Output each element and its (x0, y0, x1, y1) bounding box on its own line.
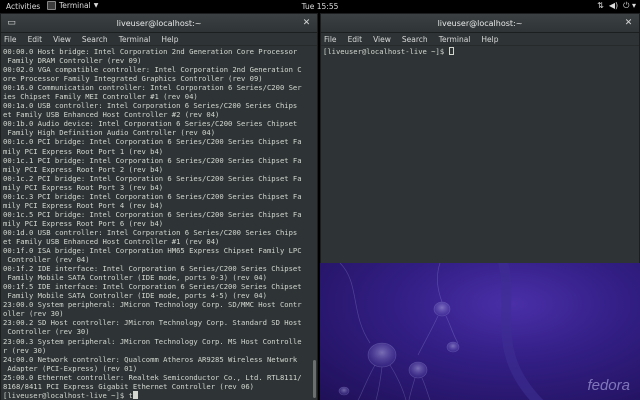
terminal-line: 00:1a.0 USB controller: Intel Corporatio… (3, 101, 298, 111)
menu-help[interactable]: Help (161, 35, 178, 44)
terminal-line: 00:02.0 VGA compatible controller: Intel… (3, 65, 302, 75)
text-cursor (448, 47, 454, 55)
terminal-line: Family Mobile SATA Controller (IDE mode,… (3, 273, 267, 283)
terminal-line: 00:16.0 Communication controller: Intel … (3, 83, 302, 93)
terminal-line: mily PCI Express Root Port 6 (rev b4) (3, 218, 164, 228)
terminal-line: 00:1b.0 Audio device: Intel Corporation … (3, 119, 298, 129)
terminal-line: Controller (rev 30) (3, 327, 90, 337)
terminal-line: 25:00.0 Ethernet controller: Realtek Sem… (3, 372, 302, 382)
scrollbar[interactable] (312, 48, 316, 400)
terminal-line: oller (rev 30) (3, 309, 64, 319)
menu-edit[interactable]: Edit (28, 35, 43, 44)
terminal-line: 00:1f.5 IDE interface: Intel Corporation… (3, 282, 302, 292)
terminal-line: 00:1f.2 IDE interface: Intel Corporation… (3, 264, 302, 274)
terminal-line: 00:1f.0 ISA bridge: Intel Corporation HM… (3, 246, 302, 256)
clock[interactable]: Tue 15:55 (0, 2, 640, 11)
menu-search[interactable]: Search (82, 35, 108, 44)
window-titlebar[interactable]: liveuser@localhost:~ ✕ (321, 14, 639, 33)
menu-terminal[interactable]: Terminal (119, 35, 151, 44)
window-title: liveuser@localhost:~ (437, 18, 523, 28)
terminal-output[interactable]: 00:00.0 Host bridge: Intel Corporation 2… (1, 46, 317, 400)
system-status-menu[interactable]: ⇅ ◀) ⏻ ▾ (597, 1, 636, 11)
menu-search[interactable]: Search (402, 35, 428, 44)
terminal-line: Adapter (PCI-Express) (rev 01) (3, 363, 138, 373)
terminal-line: 00:1c.1 PCI bridge: Intel Corporation 6 … (3, 155, 302, 165)
terminal-line: 8168/8411 PCI Express Gigabit Ethernet C… (3, 381, 254, 391)
terminal-line: 00:1c.2 PCI bridge: Intel Corporation 6 … (3, 173, 302, 183)
terminal-line: mily PCI Express Root Port 2 (rev b4) (3, 164, 164, 174)
terminal-line: 24:00.0 Network controller: Qualcomm Ath… (3, 354, 298, 364)
terminal-output[interactable]: [liveuser@localhost-live ~]$ (321, 46, 639, 263)
shell-prompt: [liveuser@localhost-live ~]$ (3, 390, 129, 400)
menu-terminal[interactable]: Terminal (439, 35, 471, 44)
terminal-line: 00:00.0 Host bridge: Intel Corporation 2… (3, 47, 298, 56)
text-cursor (132, 390, 138, 399)
terminal-line: Family DRAM Controller (rev 09) (3, 56, 142, 66)
terminal-line: 23:00.2 SD Host controller: JMicron Tech… (3, 318, 302, 328)
close-icon[interactable]: ✕ (623, 18, 634, 29)
terminal-line: 00:1d.0 USB controller: Intel Corporatio… (3, 227, 298, 237)
terminal-line: mily PCI Express Root Port 1 (rev b4) (3, 146, 164, 156)
terminal-line: 00:1c.3 PCI bridge: Intel Corporation 6 … (3, 191, 302, 201)
scrollbar-thumb[interactable] (313, 360, 316, 398)
menu-view[interactable]: View (373, 35, 391, 44)
terminal-line: Family High Definition Audio Controller … (3, 128, 216, 138)
prompt-line: [liveuser@localhost-live ~]$ t (3, 390, 315, 400)
fedora-logo: fedora (587, 377, 630, 394)
terminal-window-left[interactable]: ▭ liveuser@localhost:~ ✕ File Edit View … (0, 13, 318, 400)
terminal-line: ies Chipset Family MEI Controller #1 (re… (3, 92, 198, 102)
menu-edit[interactable]: Edit (348, 35, 363, 44)
terminal-line: 23:00.0 System peripheral: JMicron Techn… (3, 300, 302, 310)
terminal-line: et Family USB Enhanced Host Controller #… (3, 110, 220, 120)
close-icon[interactable]: ✕ (301, 18, 312, 29)
terminal-line: mily PCI Express Root Port 4 (rev b4) (3, 200, 164, 210)
terminal-line: Family Mobile SATA Controller (IDE mode,… (3, 291, 267, 301)
desktop-wallpaper[interactable]: fedora (320, 263, 640, 400)
network-icon: ⇅ (597, 1, 604, 10)
terminal-line: ore Processor Family Integrated Graphics… (3, 74, 263, 84)
terminal-line: 23:00.3 System peripheral: JMicron Techn… (3, 336, 302, 346)
terminal-line: 00:1c.5 PCI bridge: Intel Corporation 6 … (3, 209, 302, 219)
top-bar: Activities Terminal ▼ Tue 15:55 ⇅ ◀) ⏻ ▾ (0, 0, 640, 13)
menu-file[interactable]: File (4, 35, 17, 44)
terminal-line: mily PCI Express Root Port 3 (rev b4) (3, 182, 164, 192)
power-icon: ⏻ ▾ (623, 1, 636, 10)
menu-bar: File Edit View Search Terminal Help (321, 33, 639, 46)
menu-bar: File Edit View Search Terminal Help (1, 33, 317, 46)
terminal-line: r (rev 30) (3, 345, 47, 355)
menu-view[interactable]: View (53, 35, 71, 44)
window-titlebar[interactable]: ▭ liveuser@localhost:~ ✕ (1, 14, 317, 33)
terminal-line: 00:1c.0 PCI bridge: Intel Corporation 6 … (3, 137, 302, 147)
terminal-line: Controller (rev 04) (3, 255, 90, 265)
menu-help[interactable]: Help (481, 35, 498, 44)
menu-file[interactable]: File (324, 35, 337, 44)
window-title: liveuser@localhost:~ (116, 18, 202, 28)
shell-prompt: [liveuser@localhost-live ~]$ (323, 47, 449, 56)
volume-icon: ◀) (608, 1, 619, 10)
terminal-window-right[interactable]: liveuser@localhost:~ ✕ File Edit View Se… (320, 13, 640, 263)
new-tab-icon[interactable]: ▭ (6, 18, 17, 29)
terminal-line: et Family USB Enhanced Host Controller #… (3, 236, 220, 246)
